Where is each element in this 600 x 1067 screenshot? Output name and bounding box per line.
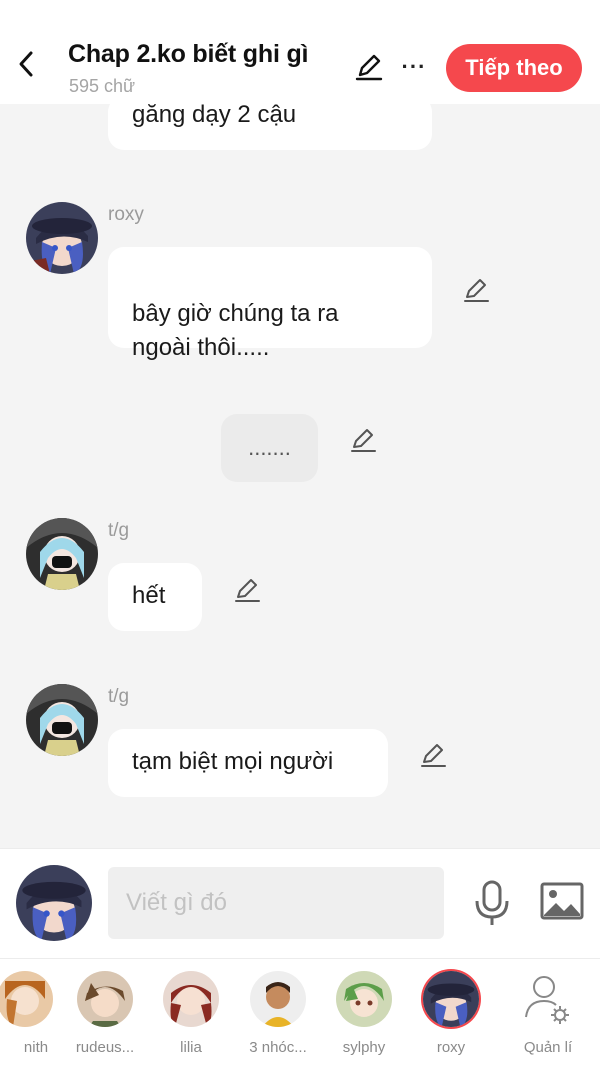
image-button[interactable] (540, 881, 584, 921)
image-icon (540, 882, 584, 920)
user-settings-icon (525, 976, 569, 1024)
message-bubble[interactable]: gắng dạy 2 cậu (108, 104, 432, 150)
edit-message-button[interactable] (462, 276, 490, 304)
chevron-left-icon (19, 51, 33, 77)
manage-characters-button[interactable]: Quản lí (505, 971, 591, 1056)
message-text: tạm biệt mọi người (132, 748, 334, 775)
character-name: 3 nhóc... (249, 1039, 307, 1056)
message-text: ....... (248, 435, 291, 460)
character-item[interactable]: nith (0, 971, 69, 1056)
message-bubble[interactable]: hết (108, 563, 202, 631)
chat-area[interactable]: gắng dạy 2 cậu roxy bây giờ chúng ta ra … (0, 104, 600, 848)
character-name: roxy (108, 204, 144, 225)
edit-message-button[interactable] (349, 426, 377, 454)
avatar (250, 971, 306, 1027)
avatar (0, 971, 53, 1027)
narration-bubble[interactable]: ....... (221, 414, 318, 482)
avatar-tg[interactable] (26, 518, 98, 590)
back-button[interactable] (14, 50, 38, 78)
character-name: nith (23, 1039, 49, 1056)
pencil-icon (464, 279, 489, 302)
input-bar: Viết gì đó (0, 848, 600, 958)
avatar-roxy[interactable] (26, 202, 98, 274)
character-name: t/g (108, 686, 130, 707)
character-name: t/g (108, 520, 130, 541)
character-name: lilia (180, 1039, 202, 1056)
chat-story-editor: Chap 2.ko biết ghi gì 595 chữ ··· Tiếp t… (0, 0, 600, 1067)
edit-message-button[interactable] (233, 576, 261, 604)
chapter-title[interactable]: Chap 2.ko biết ghi gì (68, 40, 308, 69)
character-bar[interactable]: nith rudeus... lilia 3 nhóc... sylphy ro… (0, 958, 600, 1067)
pencil-icon (421, 744, 446, 767)
character-item[interactable]: sylphy (321, 971, 407, 1056)
next-button[interactable]: Tiếp theo (446, 44, 582, 92)
more-button[interactable]: ··· (401, 54, 427, 80)
voice-button[interactable] (472, 879, 512, 927)
header: Chap 2.ko biết ghi gì 595 chữ ··· Tiếp t… (0, 0, 600, 104)
message-text: gắng dạy 2 cậu (132, 104, 297, 128)
avatar-tg[interactable] (26, 684, 98, 756)
character-item[interactable]: rudeus... (62, 971, 148, 1056)
avatar (163, 971, 219, 1027)
edit-message-button[interactable] (419, 741, 447, 769)
message-text: hết (132, 582, 166, 609)
character-item[interactable]: lilia (148, 971, 234, 1056)
character-name: rudeus... (75, 1039, 135, 1056)
character-item-selected[interactable]: roxy (408, 971, 494, 1056)
character-name: sylphy (342, 1039, 386, 1056)
message-input[interactable]: Viết gì đó (108, 867, 444, 939)
manage-icon-wrap (520, 971, 576, 1027)
pencil-icon (355, 54, 383, 81)
edit-title-button[interactable] (354, 52, 384, 82)
avatar (336, 971, 392, 1027)
message-bubble[interactable]: tạm biệt mọi người (108, 729, 388, 797)
word-count: 595 chữ (69, 76, 136, 96)
current-character-avatar[interactable] (16, 865, 92, 941)
message-bubble[interactable]: bây giờ chúng ta ra ngoài thôi..... (108, 247, 432, 361)
microphone-icon (475, 880, 509, 925)
character-item[interactable]: 3 nhóc... (235, 971, 321, 1056)
avatar (423, 971, 479, 1027)
input-placeholder: Viết gì đó (126, 889, 227, 916)
message-text: bây giờ chúng ta ra ngoài thôi..... (132, 300, 339, 361)
pencil-icon (351, 429, 376, 452)
avatar (77, 971, 133, 1027)
pencil-icon (235, 579, 260, 602)
character-name: roxy (436, 1039, 466, 1056)
manage-label: Quản lí (523, 1039, 573, 1056)
